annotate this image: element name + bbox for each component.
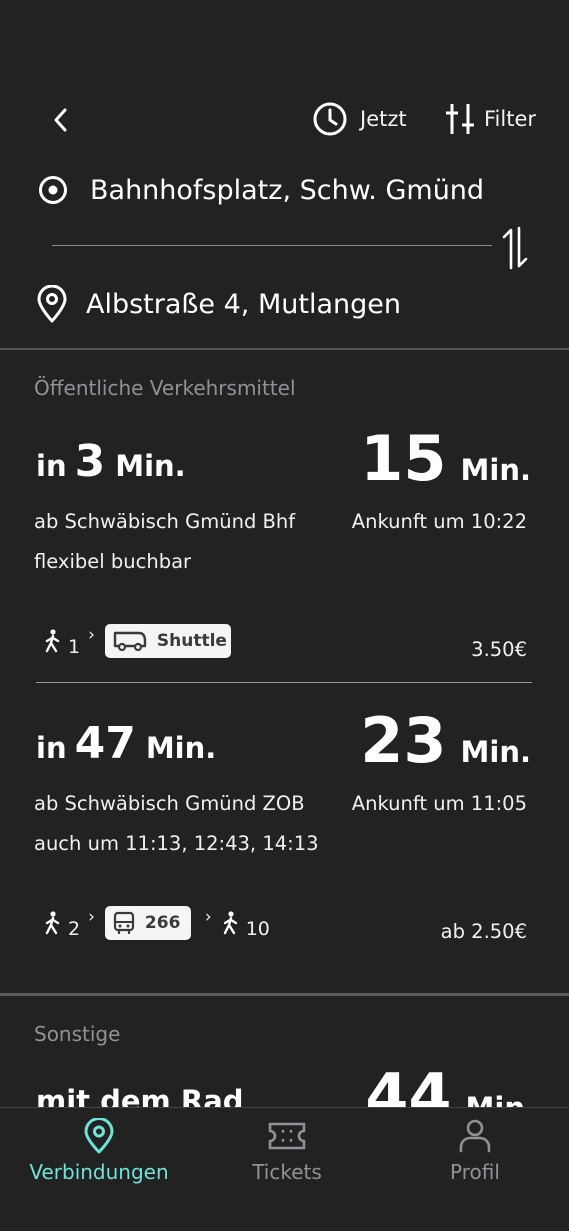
departure-prefix: in [36,449,67,483]
departure-countdown: in 47 Min. [36,718,216,778]
tab-profil[interactable]: Profil [380,1118,569,1208]
price: 3.50€ [471,638,527,661]
walk-minutes: 2 [68,918,81,940]
section-title-public: Öffentliche Verkehrsmittel [34,376,296,400]
chevron-right-icon: › [88,625,95,645]
shuttle-van-icon [113,629,147,653]
arrival-time: Ankunft um 11:05 [351,792,527,815]
header-separator [0,348,569,350]
location-pin-icon [83,1118,115,1154]
chevron-right-icon: › [204,907,212,927]
bus-line-number: 266 [144,913,181,933]
departure-minutes: 3 [74,436,106,487]
chevron-right-icon: › [88,907,95,927]
filter-label: Filter [484,107,537,131]
back-button[interactable] [44,100,78,140]
departure-prefix: in [36,731,67,765]
map-pin-icon [36,285,68,323]
walking-person-icon [44,911,62,935]
alternative-times: auch um 11:13, 12:43, 14:13 [34,832,319,855]
departure-countdown: in 3 Min. [36,436,186,496]
filter-button[interactable]: Filter [446,100,536,138]
tab-label: Tickets [252,1160,322,1184]
arrival-time: Ankunft um 10:22 [351,510,527,533]
departure-minutes: 47 [74,718,136,769]
bus-icon [113,911,135,935]
tab-verbindungen[interactable]: Verbindungen [4,1118,194,1208]
connection-card[interactable]: in 3 Min. 15 Min. ab Schwäbisch Gmünd Bh… [0,418,569,680]
bottom-tab-bar: Verbindungen Tickets Profil [0,1107,569,1231]
trip-legs: 2 › 266 › 10 [44,906,270,940]
bike-connection-card[interactable]: mit dem Rad 44 Min [0,1060,569,1107]
connection-divider [36,682,532,683]
bike-duration: 44 Min [365,1060,525,1107]
bike-label: mit dem Rad [36,1084,244,1107]
departure-unit: Min. [115,449,186,483]
trip-legs: 1 › Shuttle [44,624,231,658]
departure-unit: Min. [145,731,217,765]
ticket-icon [267,1118,307,1154]
departure-stop: ab Schwäbisch Gmünd Bhf [34,510,296,533]
shuttle-badge: Shuttle [104,624,231,658]
walking-person-icon [44,629,62,653]
duration-value: 23 [360,704,447,777]
clock-icon [312,101,348,137]
person-icon [458,1118,492,1154]
shuttle-label: Shuttle [156,631,227,651]
origin-target-icon [38,175,68,205]
duration-value: 15 [360,422,447,495]
sliders-icon [446,101,474,137]
tab-label: Verbindungen [29,1160,169,1184]
walk-minutes: 10 [245,918,270,940]
trip-duration: 15 Min. [360,422,531,496]
duration-unit: Min. [460,735,531,769]
tab-tickets[interactable]: Tickets [192,1118,382,1208]
bike-duration-value: 44 [365,1060,452,1107]
duration-unit: Min. [460,453,531,487]
swap-button[interactable] [500,226,530,270]
destination-field[interactable]: Albstraße 4, Mutlangen [36,283,401,325]
walking-person-icon [222,911,240,935]
destination-text: Albstraße 4, Mutlangen [86,288,401,320]
origin-field[interactable]: Bahnhofsplatz, Schw. Gmünd [38,170,484,210]
section-title-other: Sonstige [34,1022,121,1046]
walk-minutes: 1 [68,636,81,658]
booking-note: flexibel buchbar [34,550,192,573]
time-label: Jetzt [360,107,407,131]
swap-arrows-icon [502,226,528,270]
tab-label: Profil [450,1160,500,1184]
trip-duration: 23 Min. [360,704,531,778]
bike-duration-unit: Min [466,1091,525,1107]
connection-card[interactable]: in 47 Min. 23 Min. ab Schwäbisch Gmünd Z… [0,700,569,962]
time-button[interactable]: Jetzt [312,100,407,138]
price: ab 2.50€ [440,920,527,943]
origin-text: Bahnhofsplatz, Schw. Gmünd [90,174,485,206]
chevron-left-icon [54,108,67,132]
departure-stop: ab Schwäbisch Gmünd ZOB [34,792,305,815]
bus-line-badge: 266 [104,906,191,940]
section-separator [0,993,569,996]
route-divider [52,245,492,246]
